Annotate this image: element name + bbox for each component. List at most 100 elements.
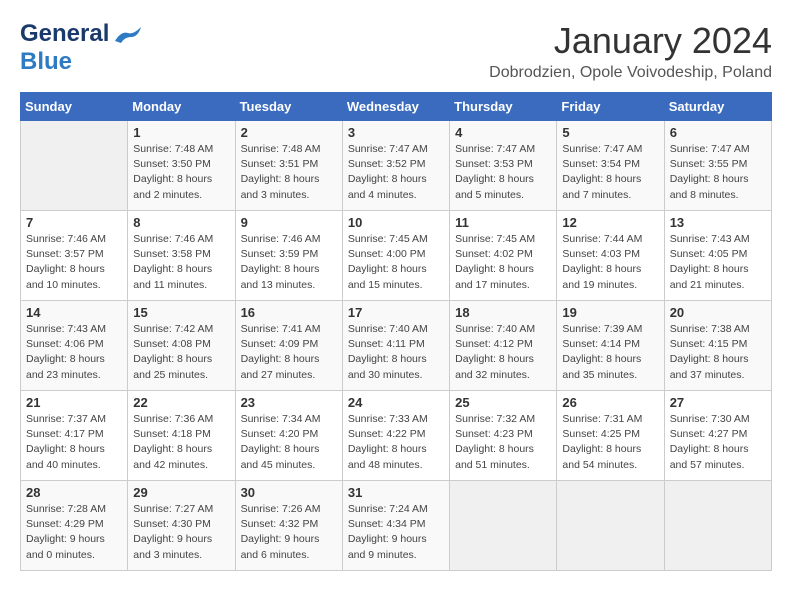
day-number: 24 [348, 395, 444, 410]
day-number: 1 [133, 125, 229, 140]
day-info: Sunrise: 7:37 AM Sunset: 4:17 PM Dayligh… [26, 412, 122, 473]
day-number: 27 [670, 395, 766, 410]
day-info: Sunrise: 7:46 AM Sunset: 3:59 PM Dayligh… [241, 232, 337, 293]
calendar-cell: 29 Sunrise: 7:27 AM Sunset: 4:30 PM Dayli… [128, 481, 235, 571]
calendar-cell: 13Sunrise: 7:43 AM Sunset: 4:05 PM Dayli… [664, 211, 771, 301]
calendar-cell: 4 Sunrise: 7:47 AM Sunset: 3:53 PM Daylig… [450, 121, 557, 211]
calendar-cell [557, 481, 664, 571]
calendar-cell: 11 Sunrise: 7:45 AM Sunset: 4:02 PM Dayli… [450, 211, 557, 301]
calendar-cell: 6Sunrise: 7:47 AM Sunset: 3:55 PM Daylig… [664, 121, 771, 211]
calendar-cell: 16 Sunrise: 7:41 AM Sunset: 4:09 PM Dayli… [235, 301, 342, 391]
day-info: Sunrise: 7:27 AM Sunset: 4:30 PM Dayligh… [133, 502, 229, 563]
month-title: January 2024 [489, 20, 772, 62]
calendar-table: SundayMondayTuesdayWednesdayThursdayFrid… [20, 92, 772, 571]
calendar-week-row: 1 Sunrise: 7:48 AM Sunset: 3:50 PM Daylig… [21, 121, 772, 211]
day-number: 19 [562, 305, 658, 320]
calendar-cell: 18 Sunrise: 7:40 AM Sunset: 4:12 PM Dayli… [450, 301, 557, 391]
calendar-cell: 28Sunrise: 7:28 AM Sunset: 4:29 PM Dayli… [21, 481, 128, 571]
day-number: 3 [348, 125, 444, 140]
day-number: 12 [562, 215, 658, 230]
day-info: Sunrise: 7:33 AM Sunset: 4:22 PM Dayligh… [348, 412, 444, 473]
calendar-cell: 14 Sunrise: 7:43 AM Sunset: 4:06 PM Dayli… [21, 301, 128, 391]
day-info: Sunrise: 7:31 AM Sunset: 4:25 PM Dayligh… [562, 412, 658, 473]
calendar-cell: 21 Sunrise: 7:37 AM Sunset: 4:17 PM Dayli… [21, 391, 128, 481]
day-number: 16 [241, 305, 337, 320]
day-number: 14 [26, 305, 122, 320]
calendar-cell [450, 481, 557, 571]
day-info: Sunrise: 7:40 AM Sunset: 4:12 PM Dayligh… [455, 322, 551, 383]
day-info: Sunrise: 7:48 AM Sunset: 3:50 PM Dayligh… [133, 142, 229, 203]
day-info: Sunrise: 7:47 AM Sunset: 3:52 PM Dayligh… [348, 142, 444, 203]
day-info: Sunrise: 7:32 AM Sunset: 4:23 PM Dayligh… [455, 412, 551, 473]
day-number: 2 [241, 125, 337, 140]
day-of-week-header: Tuesday [235, 93, 342, 121]
day-info: Sunrise: 7:47 AM Sunset: 3:54 PM Dayligh… [562, 142, 658, 203]
logo: General Blue [20, 20, 143, 76]
calendar-cell: 26 Sunrise: 7:31 AM Sunset: 4:25 PM Dayli… [557, 391, 664, 481]
logo-bird-icon [113, 23, 143, 45]
calendar-cell: 22 Sunrise: 7:36 AM Sunset: 4:18 PM Dayli… [128, 391, 235, 481]
calendar-cell: 1 Sunrise: 7:48 AM Sunset: 3:50 PM Daylig… [128, 121, 235, 211]
page-header: General Blue January 2024 Dobrodzien, Op… [20, 20, 772, 82]
day-of-week-header: Sunday [21, 93, 128, 121]
location-subtitle: Dobrodzien, Opole Voivodeship, Poland [489, 64, 772, 82]
calendar-cell: 8 Sunrise: 7:46 AM Sunset: 3:58 PM Daylig… [128, 211, 235, 301]
day-info: Sunrise: 7:36 AM Sunset: 4:18 PM Dayligh… [133, 412, 229, 473]
day-number: 21 [26, 395, 122, 410]
day-info: Sunrise: 7:42 AM Sunset: 4:08 PM Dayligh… [133, 322, 229, 383]
day-number: 22 [133, 395, 229, 410]
day-number: 15 [133, 305, 229, 320]
day-info: Sunrise: 7:46 AM Sunset: 3:58 PM Dayligh… [133, 232, 229, 293]
day-info: Sunrise: 7:43 AM Sunset: 4:06 PM Dayligh… [26, 322, 122, 383]
calendar-cell: 27 Sunrise: 7:30 AM Sunset: 4:27 PM Dayli… [664, 391, 771, 481]
day-number: 20 [670, 305, 766, 320]
day-number: 29 [133, 485, 229, 500]
day-info: Sunrise: 7:30 AM Sunset: 4:27 PM Dayligh… [670, 412, 766, 473]
day-of-week-header: Friday [557, 93, 664, 121]
day-number: 17 [348, 305, 444, 320]
calendar-cell: 3 Sunrise: 7:47 AM Sunset: 3:52 PM Daylig… [342, 121, 449, 211]
day-of-week-header: Monday [128, 93, 235, 121]
day-number: 7 [26, 215, 122, 230]
logo-blue-text: Blue [20, 48, 72, 76]
calendar-cell: 30Sunrise: 7:26 AM Sunset: 4:32 PM Dayli… [235, 481, 342, 571]
day-number: 10 [348, 215, 444, 230]
day-number: 26 [562, 395, 658, 410]
day-number: 11 [455, 215, 551, 230]
day-info: Sunrise: 7:47 AM Sunset: 3:53 PM Dayligh… [455, 142, 551, 203]
day-info: Sunrise: 7:46 AM Sunset: 3:57 PM Dayligh… [26, 232, 122, 293]
calendar-cell: 24 Sunrise: 7:33 AM Sunset: 4:22 PM Dayli… [342, 391, 449, 481]
title-block: January 2024 Dobrodzien, Opole Voivodesh… [489, 20, 772, 82]
calendar-cell [664, 481, 771, 571]
day-info: Sunrise: 7:39 AM Sunset: 4:14 PM Dayligh… [562, 322, 658, 383]
calendar-week-row: 21 Sunrise: 7:37 AM Sunset: 4:17 PM Dayli… [21, 391, 772, 481]
day-number: 4 [455, 125, 551, 140]
calendar-cell: 5 Sunrise: 7:47 AM Sunset: 3:54 PM Daylig… [557, 121, 664, 211]
day-info: Sunrise: 7:43 AM Sunset: 4:05 PM Dayligh… [670, 232, 766, 293]
day-info: Sunrise: 7:45 AM Sunset: 4:02 PM Dayligh… [455, 232, 551, 293]
day-info: Sunrise: 7:24 AM Sunset: 4:34 PM Dayligh… [348, 502, 444, 563]
calendar-cell [21, 121, 128, 211]
day-of-week-header: Thursday [450, 93, 557, 121]
day-info: Sunrise: 7:41 AM Sunset: 4:09 PM Dayligh… [241, 322, 337, 383]
day-of-week-header: Wednesday [342, 93, 449, 121]
days-of-week-row: SundayMondayTuesdayWednesdayThursdayFrid… [21, 93, 772, 121]
day-number: 23 [241, 395, 337, 410]
calendar-week-row: 14 Sunrise: 7:43 AM Sunset: 4:06 PM Dayli… [21, 301, 772, 391]
calendar-cell: 7 Sunrise: 7:46 AM Sunset: 3:57 PM Daylig… [21, 211, 128, 301]
day-info: Sunrise: 7:45 AM Sunset: 4:00 PM Dayligh… [348, 232, 444, 293]
calendar-header: SundayMondayTuesdayWednesdayThursdayFrid… [21, 93, 772, 121]
day-number: 8 [133, 215, 229, 230]
calendar-cell: 25 Sunrise: 7:32 AM Sunset: 4:23 PM Dayli… [450, 391, 557, 481]
day-of-week-header: Saturday [664, 93, 771, 121]
day-number: 6 [670, 125, 766, 140]
calendar-week-row: 28Sunrise: 7:28 AM Sunset: 4:29 PM Dayli… [21, 481, 772, 571]
day-number: 28 [26, 485, 122, 500]
day-number: 25 [455, 395, 551, 410]
day-info: Sunrise: 7:38 AM Sunset: 4:15 PM Dayligh… [670, 322, 766, 383]
day-number: 5 [562, 125, 658, 140]
day-info: Sunrise: 7:44 AM Sunset: 4:03 PM Dayligh… [562, 232, 658, 293]
calendar-cell: 2Sunrise: 7:48 AM Sunset: 3:51 PM Daylig… [235, 121, 342, 211]
day-number: 18 [455, 305, 551, 320]
day-info: Sunrise: 7:26 AM Sunset: 4:32 PM Dayligh… [241, 502, 337, 563]
